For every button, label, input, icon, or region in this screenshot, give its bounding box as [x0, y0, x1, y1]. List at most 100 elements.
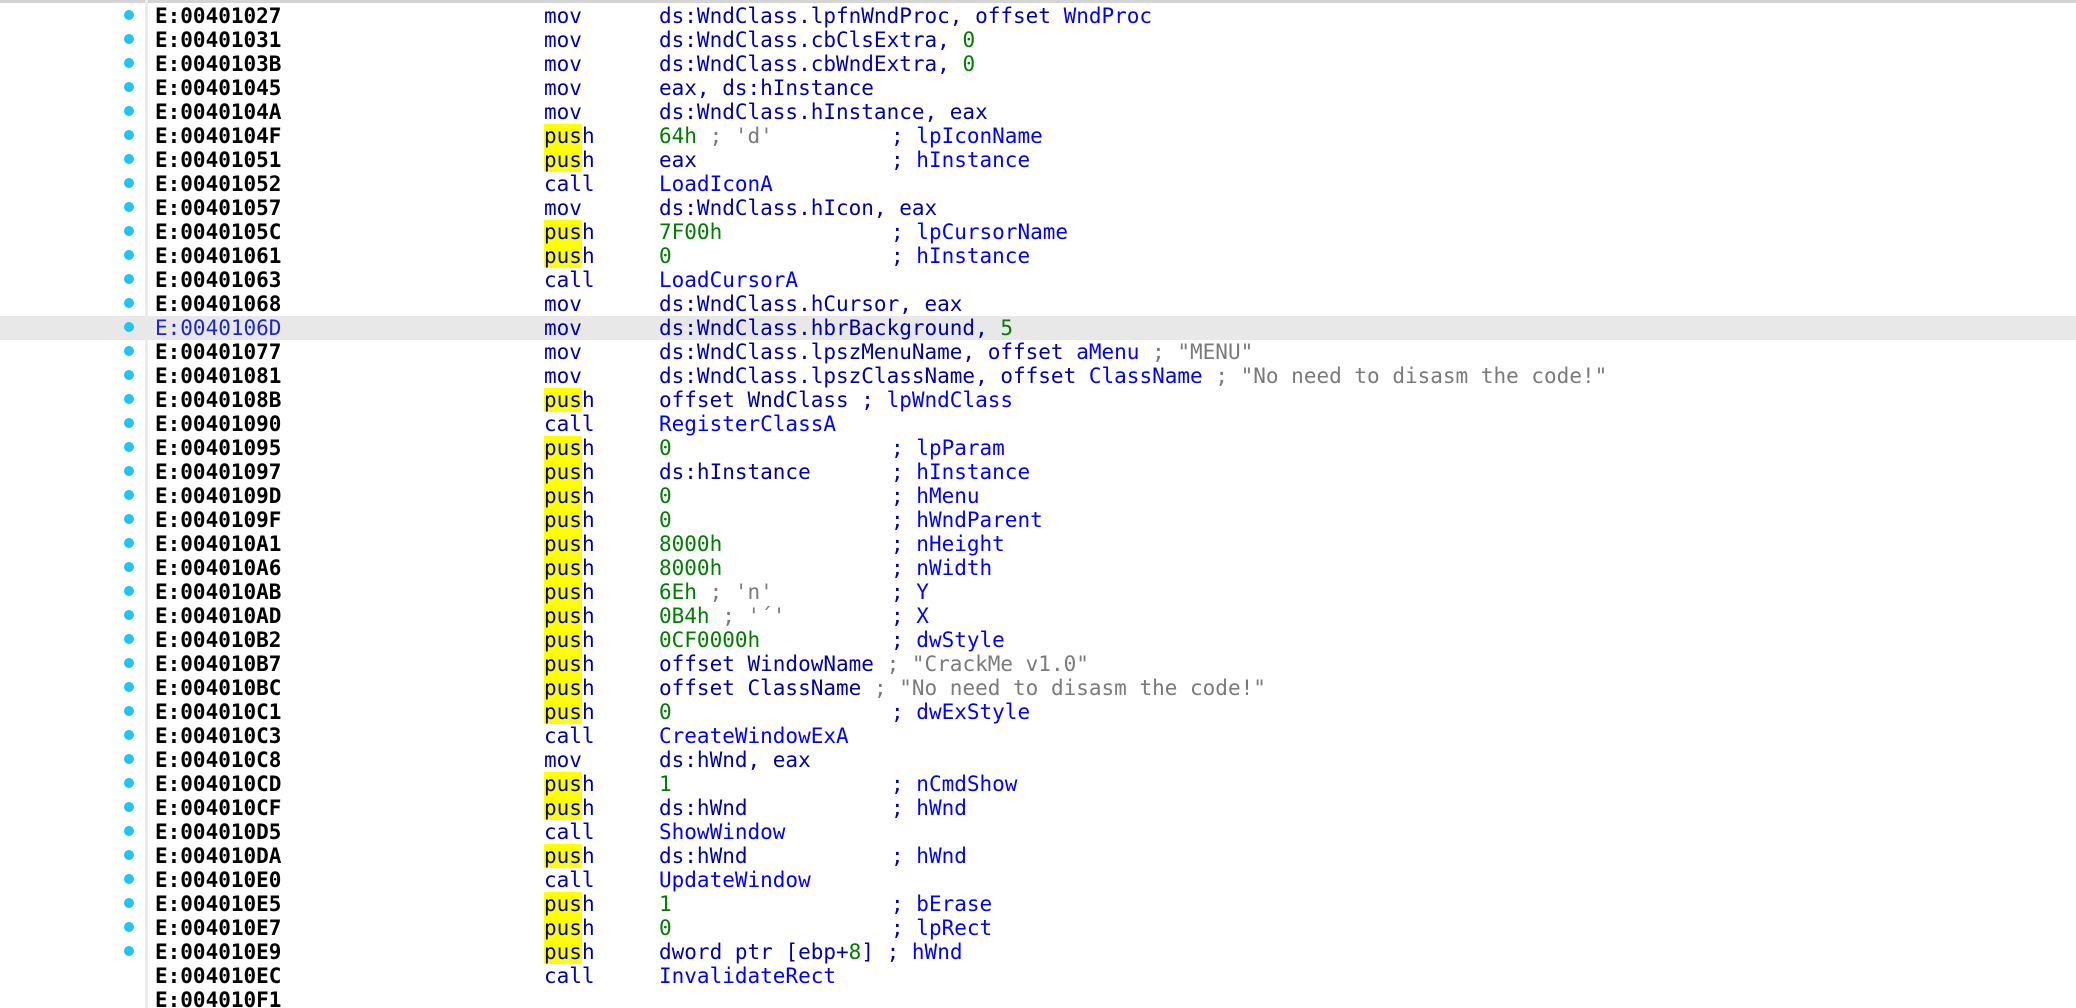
- ops-token[interactable]: ClassName: [1089, 364, 1203, 388]
- listing-line[interactable]: E:004010EC call InvalidateRect: [0, 964, 2076, 988]
- listing-line[interactable]: E:00401061 push 0; hInstance: [0, 244, 2076, 268]
- cmt-token[interactable]: hInstance: [916, 148, 1030, 172]
- instruction-operands[interactable]: 8000h: [659, 556, 722, 580]
- listing-line[interactable]: E:004010CF push ds:hWnd; hWnd: [0, 796, 2076, 820]
- instruction-operands[interactable]: 64h ; 'd': [659, 124, 773, 148]
- instruction-operands[interactable]: ds:WndClass.cbClsExtra, 0: [659, 28, 975, 52]
- instruction-mnemonic[interactable]: call: [544, 964, 595, 988]
- breakpoint-marker-icon[interactable]: [124, 34, 134, 44]
- instruction-address[interactable]: E:004010DA: [155, 844, 281, 868]
- listing-line[interactable]: E:004010AD push 0B4h ; '´'; X: [0, 604, 2076, 628]
- instruction-address[interactable]: E:004010A1: [155, 532, 281, 556]
- listing-line[interactable]: E:004010B2 push 0CF0000h; dwStyle: [0, 628, 2076, 652]
- instruction-address[interactable]: E:004010F1: [155, 988, 281, 1008]
- instruction-operands[interactable]: ds:WndClass.hIcon, eax: [659, 196, 937, 220]
- instruction-operands[interactable]: UpdateWindow: [659, 868, 811, 892]
- instruction-operands[interactable]: LoadIconA: [659, 172, 773, 196]
- instruction-address[interactable]: E:00401097: [155, 460, 281, 484]
- breakpoint-marker-icon[interactable]: [124, 250, 134, 260]
- instruction-operands[interactable]: 0B4h ; '´': [659, 604, 785, 628]
- instruction-address[interactable]: E:004010E0: [155, 868, 281, 892]
- instruction-operands[interactable]: 7F00h: [659, 220, 722, 244]
- instruction-operands[interactable]: ds:hInstance: [659, 460, 811, 484]
- instruction-operands[interactable]: ds:WndClass.lpszClassName, offset ClassN…: [659, 364, 1607, 388]
- ops-token[interactable]: hWnd: [912, 940, 963, 964]
- instruction-operands[interactable]: 0: [659, 508, 672, 532]
- instruction-operands[interactable]: LoadCursorA: [659, 268, 798, 292]
- instruction-address[interactable]: E:00401077: [155, 340, 281, 364]
- instruction-operands[interactable]: 0: [659, 700, 672, 724]
- breakpoint-marker-icon[interactable]: [124, 130, 134, 140]
- breakpoint-marker-icon[interactable]: [124, 394, 134, 404]
- breakpoint-marker-icon[interactable]: [124, 802, 134, 812]
- cmt-token[interactable]: lpRect: [916, 916, 992, 940]
- instruction-operands[interactable]: 0: [659, 436, 672, 460]
- disassembly-listing[interactable]: E:00401027 mov ds:WndClass.lpfnWndProc, of…: [0, 4, 2076, 1008]
- breakpoint-marker-icon[interactable]: [124, 946, 134, 956]
- instruction-operands[interactable]: ds:hWnd: [659, 796, 748, 820]
- listing-line[interactable]: E:0040104A mov ds:WndClass.hInstance, eax: [0, 100, 2076, 124]
- instruction-mnemonic[interactable]: mov: [544, 316, 582, 340]
- instruction-operands[interactable]: dword ptr [ebp+8] ; hWnd: [659, 940, 962, 964]
- instruction-address[interactable]: E:00401027: [155, 4, 281, 28]
- instruction-address[interactable]: E:004010A6: [155, 556, 281, 580]
- instruction-operands[interactable]: ds:WndClass.hbrBackground, 5: [659, 316, 1013, 340]
- instruction-mnemonic[interactable]: push: [544, 796, 595, 820]
- breakpoint-marker-icon[interactable]: [124, 634, 134, 644]
- instruction-mnemonic[interactable]: push: [544, 892, 595, 916]
- instruction-mnemonic[interactable]: call: [544, 820, 595, 844]
- instruction-address[interactable]: E:004010B7: [155, 652, 281, 676]
- cmt-token[interactable]: hMenu: [916, 484, 979, 508]
- instruction-operands[interactable]: ds:WndClass.hCursor, eax: [659, 292, 962, 316]
- breakpoint-marker-icon[interactable]: [124, 706, 134, 716]
- instruction-operands[interactable]: CreateWindowExA: [659, 724, 849, 748]
- listing-line[interactable]: E:004010A6 push 8000h; nWidth: [0, 556, 2076, 580]
- instruction-address[interactable]: E:00401061: [155, 244, 281, 268]
- listing-line[interactable]: E:0040103B mov ds:WndClass.cbWndExtra, 0: [0, 52, 2076, 76]
- breakpoint-marker-icon[interactable]: [124, 826, 134, 836]
- cmt-token[interactable]: lpIconName: [916, 124, 1042, 148]
- listing-line[interactable]: E:00401063 call LoadCursorA: [0, 268, 2076, 292]
- cmt-token[interactable]: dwStyle: [916, 628, 1005, 652]
- instruction-address[interactable]: E:004010CD: [155, 772, 281, 796]
- listing-line[interactable]: E:004010D5 call ShowWindow: [0, 820, 2076, 844]
- instruction-address[interactable]: E:0040103B: [155, 52, 281, 76]
- listing-line[interactable]: E:004010F1: [0, 988, 2076, 1008]
- instruction-operands[interactable]: offset WndClass ; lpWndClass: [659, 388, 1013, 412]
- instruction-operands[interactable]: offset WindowName ; "CrackMe v1.0": [659, 652, 1089, 676]
- instruction-address[interactable]: E:00401068: [155, 292, 281, 316]
- breakpoint-marker-icon[interactable]: [124, 730, 134, 740]
- instruction-address[interactable]: E:00401095: [155, 436, 281, 460]
- instruction-mnemonic[interactable]: push: [544, 844, 595, 868]
- listing-line[interactable]: E:004010E7 push 0; lpRect: [0, 916, 2076, 940]
- instruction-mnemonic[interactable]: call: [544, 412, 595, 436]
- instruction-address[interactable]: E:0040104A: [155, 100, 281, 124]
- instruction-mnemonic[interactable]: mov: [544, 28, 582, 52]
- listing-line[interactable]: E:0040104F push 64h ; 'd'; lpIconName: [0, 124, 2076, 148]
- listing-line[interactable]: E:004010AB push 6Eh ; 'n'; Y: [0, 580, 2076, 604]
- listing-line[interactable]: E:004010C1 push 0; dwExStyle: [0, 700, 2076, 724]
- listing-line[interactable]: E:00401052 call LoadIconA: [0, 172, 2076, 196]
- breakpoint-marker-icon[interactable]: [124, 10, 134, 20]
- listing-line[interactable]: E:00401051 push eax; hInstance: [0, 148, 2076, 172]
- cmt-token[interactable]: lpParam: [916, 436, 1005, 460]
- instruction-address[interactable]: E:004010E7: [155, 916, 281, 940]
- instruction-operands[interactable]: 6Eh ; 'n': [659, 580, 773, 604]
- breakpoint-marker-icon[interactable]: [124, 370, 134, 380]
- listing-line[interactable]: E:004010E9 push dword ptr [ebp+8] ; hWnd: [0, 940, 2076, 964]
- breakpoint-marker-icon[interactable]: [124, 82, 134, 92]
- breakpoint-marker-icon[interactable]: [124, 682, 134, 692]
- cmt-token[interactable]: Y: [916, 580, 929, 604]
- ops-token[interactable]: CreateWindowExA: [659, 724, 849, 748]
- instruction-address[interactable]: E:0040106D: [155, 316, 281, 340]
- instruction-mnemonic[interactable]: push: [544, 508, 595, 532]
- instruction-operands[interactable]: ds:WndClass.cbWndExtra, 0: [659, 52, 975, 76]
- instruction-operands[interactable]: ds:WndClass.lpfnWndProc, offset WndProc: [659, 4, 1152, 28]
- breakpoint-marker-icon[interactable]: [124, 274, 134, 284]
- instruction-address[interactable]: E:004010B2: [155, 628, 281, 652]
- instruction-address[interactable]: E:004010BC: [155, 676, 281, 700]
- instruction-address[interactable]: E:004010CF: [155, 796, 281, 820]
- instruction-mnemonic[interactable]: push: [544, 940, 595, 964]
- cmt-token[interactable]: hInstance: [916, 244, 1030, 268]
- instruction-mnemonic[interactable]: mov: [544, 748, 582, 772]
